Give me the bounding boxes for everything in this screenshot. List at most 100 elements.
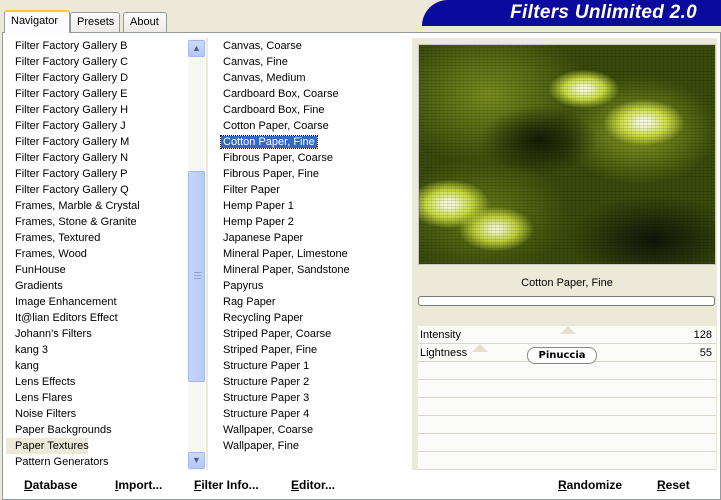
slider-value: 128 bbox=[693, 329, 712, 341]
scroll-grip bbox=[194, 275, 201, 276]
category-item[interactable]: kang bbox=[6, 358, 186, 374]
filter-item[interactable]: Cotton Paper, Fine bbox=[214, 134, 404, 150]
import-button[interactable]: Import... bbox=[115, 478, 162, 492]
filter-item[interactable]: Cardboard Box, Coarse bbox=[214, 86, 404, 102]
filter-item-label: Filter Paper bbox=[223, 184, 280, 196]
category-item[interactable]: Pattern Generators bbox=[6, 454, 186, 470]
filter-item-label: Canvas, Fine bbox=[223, 56, 288, 68]
category-item[interactable]: Filter Factory Gallery P bbox=[6, 166, 186, 182]
filter-item-label: Japanese Paper bbox=[223, 232, 304, 244]
category-item[interactable]: It@lian Editors Effect bbox=[6, 310, 186, 326]
category-item[interactable]: Frames, Wood bbox=[6, 246, 186, 262]
category-item[interactable]: Filter Factory Gallery H bbox=[6, 102, 186, 118]
category-item[interactable]: Image Enhancement bbox=[6, 294, 186, 310]
filter-item[interactable]: Structure Paper 3 bbox=[214, 390, 404, 406]
tab-about[interactable]: About bbox=[123, 12, 167, 32]
filter-item-label: Mineral Paper, Sandstone bbox=[223, 264, 350, 276]
filter-item[interactable]: Canvas, Medium bbox=[214, 70, 404, 86]
filter-item[interactable]: Hemp Paper 1 bbox=[214, 198, 404, 214]
filter-item[interactable]: Mineral Paper, Limestone bbox=[214, 246, 404, 262]
filter-item[interactable]: Canvas, Fine bbox=[214, 54, 404, 70]
category-item[interactable]: kang 3 bbox=[6, 342, 186, 358]
category-item[interactable]: Filter Factory Gallery C bbox=[6, 54, 186, 70]
filter-item-label: Fibrous Paper, Coarse bbox=[223, 152, 334, 164]
category-item[interactable]: Filter Factory Gallery J bbox=[6, 118, 186, 134]
current-filter-label: Cotton Paper, Fine bbox=[521, 277, 613, 289]
filter-item-label: Canvas, Medium bbox=[223, 72, 306, 84]
category-item[interactable]: FunHouse bbox=[6, 262, 186, 278]
category-item[interactable]: Frames, Stone & Granite bbox=[6, 214, 186, 230]
tab-presets[interactable]: Presets bbox=[70, 12, 120, 32]
category-item[interactable]: Paper Textures bbox=[6, 438, 89, 454]
category-item[interactable]: Lens Flares bbox=[6, 390, 186, 406]
filter-item[interactable]: Wallpaper, Coarse bbox=[214, 422, 404, 438]
reset-button[interactable]: Reset bbox=[657, 478, 690, 492]
scroll-up-button[interactable]: ▲ bbox=[188, 40, 205, 57]
filter-item-label: Striped Paper, Fine bbox=[223, 344, 318, 356]
slider-empty-row bbox=[418, 434, 716, 452]
scroll-grip bbox=[194, 278, 201, 279]
filter-item[interactable]: Cardboard Box, Fine bbox=[214, 102, 404, 118]
scroll-down-button[interactable]: ▼ bbox=[188, 452, 205, 469]
filter-item[interactable]: Papyrus bbox=[214, 278, 404, 294]
filter-item[interactable]: Fibrous Paper, Coarse bbox=[214, 150, 404, 166]
category-item[interactable]: Filter Factory Gallery N bbox=[6, 150, 186, 166]
filter-item-label: Cardboard Box, Fine bbox=[223, 104, 325, 116]
category-item[interactable]: Frames, Textured bbox=[6, 230, 186, 246]
category-item[interactable]: Frames, Marble & Crystal bbox=[6, 198, 186, 214]
filter-item[interactable]: Structure Paper 2 bbox=[214, 374, 404, 390]
category-item[interactable]: Gradients bbox=[6, 278, 186, 294]
slider-value: 55 bbox=[699, 347, 712, 359]
filter-item[interactable]: Japanese Paper bbox=[214, 230, 404, 246]
scroll-thumb[interactable] bbox=[188, 171, 205, 382]
category-item[interactable]: Lens Effects bbox=[6, 374, 186, 390]
tab-navigator[interactable]: Navigator bbox=[4, 10, 70, 33]
filter-item-label: Papyrus bbox=[223, 280, 264, 292]
filter-item[interactable]: Mineral Paper, Sandstone bbox=[214, 262, 404, 278]
slider-thumb[interactable] bbox=[560, 326, 576, 334]
category-item[interactable]: Filter Factory Gallery Q bbox=[6, 182, 186, 198]
category-item[interactable]: Filter Factory Gallery M bbox=[6, 134, 186, 150]
randomize-button[interactable]: Randomize bbox=[558, 478, 622, 492]
filter-list[interactable]: Canvas, Coarse Canvas, Fine Canvas, Medium… bbox=[214, 38, 404, 458]
slider-label: Intensity bbox=[420, 329, 461, 341]
filter-item-label: Wallpaper, Coarse bbox=[223, 424, 314, 436]
filter-item[interactable]: Structure Paper 1 bbox=[214, 358, 404, 374]
category-list[interactable]: Filter Factory Gallery B Filter Factory G… bbox=[6, 38, 186, 470]
slider-empty-row bbox=[418, 398, 716, 416]
filter-item-label: Rag Paper bbox=[223, 296, 276, 308]
category-item[interactable]: Filter Factory Gallery B bbox=[6, 38, 186, 54]
filter-item-label: Cotton Paper, Coarse bbox=[223, 120, 329, 132]
filter-info-button[interactable]: Filter Info... bbox=[194, 478, 259, 492]
filter-item[interactable]: Wallpaper, Fine bbox=[214, 438, 404, 454]
slider-empty-row bbox=[418, 416, 716, 434]
filter-item[interactable]: Cotton Paper, Coarse bbox=[214, 118, 404, 134]
filter-item-label: Cotton Paper, Fine bbox=[220, 135, 318, 149]
slider-thumb[interactable] bbox=[472, 344, 488, 352]
category-item[interactable]: Johann's Filters bbox=[6, 326, 186, 342]
database-button[interactable]: Database bbox=[24, 478, 77, 492]
filter-item[interactable]: Fibrous Paper, Fine bbox=[214, 166, 404, 182]
filter-item[interactable]: Canvas, Coarse bbox=[214, 38, 404, 54]
category-item[interactable]: Filter Factory Gallery D bbox=[6, 70, 186, 86]
filter-item-label: Structure Paper 4 bbox=[223, 408, 310, 420]
filter-item-label: Mineral Paper, Limestone bbox=[223, 248, 348, 260]
app-title-banner: Filters Unlimited 2.0 bbox=[422, 0, 721, 26]
filter-item[interactable]: Structure Paper 4 bbox=[214, 406, 404, 422]
editor-button[interactable]: Editor... bbox=[291, 478, 335, 492]
filter-item[interactable]: Hemp Paper 2 bbox=[214, 214, 404, 230]
filter-item-label: Structure Paper 2 bbox=[223, 376, 310, 388]
watermark-badge: Pinuccia bbox=[527, 347, 597, 364]
filter-item[interactable]: Recycling Paper bbox=[214, 310, 404, 326]
filter-item[interactable]: Striped Paper, Fine bbox=[214, 342, 404, 358]
category-item[interactable]: Noise Filters bbox=[6, 406, 186, 422]
list-divider bbox=[206, 38, 208, 470]
category-item[interactable]: Filter Factory Gallery E bbox=[6, 86, 186, 102]
filter-item[interactable]: Filter Paper bbox=[214, 182, 404, 198]
category-scrollbar[interactable]: ▲ ▼ bbox=[188, 38, 205, 470]
category-item[interactable]: Paper Backgrounds bbox=[6, 422, 186, 438]
slider-label: Lightness bbox=[420, 347, 468, 359]
slider-intensity[interactable]: Intensity 128 bbox=[418, 326, 716, 344]
filter-item[interactable]: Rag Paper bbox=[214, 294, 404, 310]
filter-item[interactable]: Striped Paper, Coarse bbox=[214, 326, 404, 342]
